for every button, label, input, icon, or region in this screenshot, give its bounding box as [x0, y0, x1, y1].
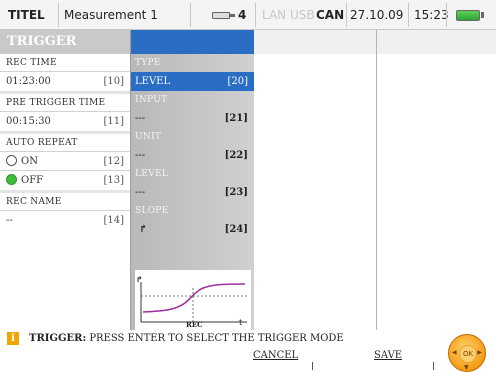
cancel-button[interactable]: CANCEL — [253, 348, 313, 370]
unit-index: [22] — [224, 150, 248, 161]
rec-time-index: [10] — [103, 76, 124, 87]
radio-on-icon — [6, 174, 17, 185]
cancel-button-label: CANCEL — [253, 350, 299, 361]
right-arrow-icon[interactable]: ▶ — [477, 349, 482, 356]
probe-indicator: 4 — [212, 0, 246, 30]
unit-label: UNIT — [135, 132, 162, 142]
slope-index: [24] — [224, 224, 248, 235]
save-button-label: SAVE — [374, 350, 403, 361]
pre-trigger-time-index: [11] — [103, 116, 124, 127]
type-index: [20] — [227, 76, 248, 87]
level-index: [23] — [224, 187, 248, 198]
pre-trigger-time-field[interactable]: 00:15:30 [11] — [0, 112, 130, 131]
type-field[interactable]: LEVEL [20] — [131, 72, 254, 91]
down-arrow-icon[interactable]: ▼ — [464, 364, 469, 371]
date-display: 27.10.09 — [350, 8, 404, 22]
rec-name-label: REC NAME — [0, 193, 130, 211]
app-title: TITEL — [8, 8, 45, 22]
ok-button[interactable]: OK — [459, 345, 477, 363]
panel-title: TRIGGER — [0, 30, 130, 54]
right-header — [254, 30, 496, 54]
level-value: --- — [135, 187, 146, 198]
pre-trigger-time-value: 00:15:30 — [6, 116, 51, 127]
status-bar: TITEL Measurement 1 4 LAN USB CAN 27.10.… — [0, 0, 496, 30]
auto-repeat-on-index: [12] — [103, 156, 124, 167]
rec-time-label: REC TIME — [0, 54, 130, 72]
probe-count: 4 — [238, 8, 247, 22]
trigger-preview-graph: ↱ REC t — [135, 270, 251, 330]
divider — [376, 30, 377, 330]
lan-status: LAN — [262, 8, 287, 22]
level-field[interactable]: --- [23] — [131, 183, 254, 202]
can-status: CAN — [316, 8, 345, 22]
time-display: 15:23 — [414, 8, 449, 22]
unit-field[interactable]: --- [22] — [131, 146, 254, 165]
info-heading: TRIGGER: — [29, 333, 87, 344]
unit-value: --- — [135, 150, 146, 161]
left-arrow-icon[interactable]: ◀ — [452, 349, 457, 356]
info-message: PRESS ENTER TO SELECT THE TRIGGER MODE — [86, 333, 344, 344]
level-label: LEVEL — [135, 169, 169, 179]
graph-time-label: t — [239, 318, 243, 327]
input-index: [21] — [224, 113, 248, 124]
input-field[interactable]: --- [21] — [131, 109, 254, 128]
battery-icon — [456, 0, 484, 30]
info-bar: i TRIGGER: PRESS ENTER TO SELECT THE TRIG… — [0, 330, 440, 348]
trigger-mode-panel: TYPE LEVEL [20] INPUT --- [21] UNIT --- … — [130, 30, 254, 330]
rec-time-value: 01:23:00 — [6, 76, 51, 87]
auto-repeat-on-radio[interactable]: ON [12] — [0, 152, 130, 171]
probe-icon — [212, 11, 230, 19]
save-button[interactable]: SAVE — [374, 348, 434, 370]
trigger-settings-panel: TRIGGER REC TIME 01:23:00 [10] PRE TRIGG… — [0, 30, 130, 330]
rec-name-field[interactable]: -- [14] — [0, 211, 130, 230]
type-label: TYPE — [135, 58, 161, 68]
slope-field[interactable]: ↱ [24] — [131, 220, 254, 239]
info-icon: i — [7, 332, 19, 345]
slope-rising-icon: ↱ — [139, 224, 148, 235]
auto-repeat-off-index: [13] — [103, 175, 124, 186]
auto-repeat-off-label: OFF — [21, 175, 44, 186]
auto-repeat-label: AUTO REPEAT — [0, 134, 130, 152]
ok-dial-button[interactable]: ◀ ▶ ▼ OK — [448, 334, 486, 372]
measurement-name[interactable]: Measurement 1 — [64, 0, 158, 30]
auto-repeat-off-radio[interactable]: OFF [13] — [0, 171, 130, 190]
graph-rec-label: REC — [186, 320, 203, 329]
slope-label: SLOPE — [135, 206, 169, 216]
rec-name-index: [14] — [103, 215, 124, 226]
input-label: INPUT — [135, 95, 168, 105]
auto-repeat-on-label: ON — [21, 156, 38, 167]
graph-slope-icon: ↱ — [136, 275, 143, 284]
rec-time-field[interactable]: 01:23:00 [10] — [0, 72, 130, 91]
type-value: LEVEL — [135, 76, 171, 87]
ok-label: OK — [462, 350, 474, 358]
radio-off-icon — [6, 155, 17, 166]
rec-name-value: -- — [6, 215, 13, 226]
usb-status: USB — [290, 8, 315, 22]
input-value: --- — [135, 113, 146, 124]
pre-trigger-time-label: PRE TRIGGER TIME — [0, 94, 130, 112]
panel-header — [131, 30, 254, 54]
